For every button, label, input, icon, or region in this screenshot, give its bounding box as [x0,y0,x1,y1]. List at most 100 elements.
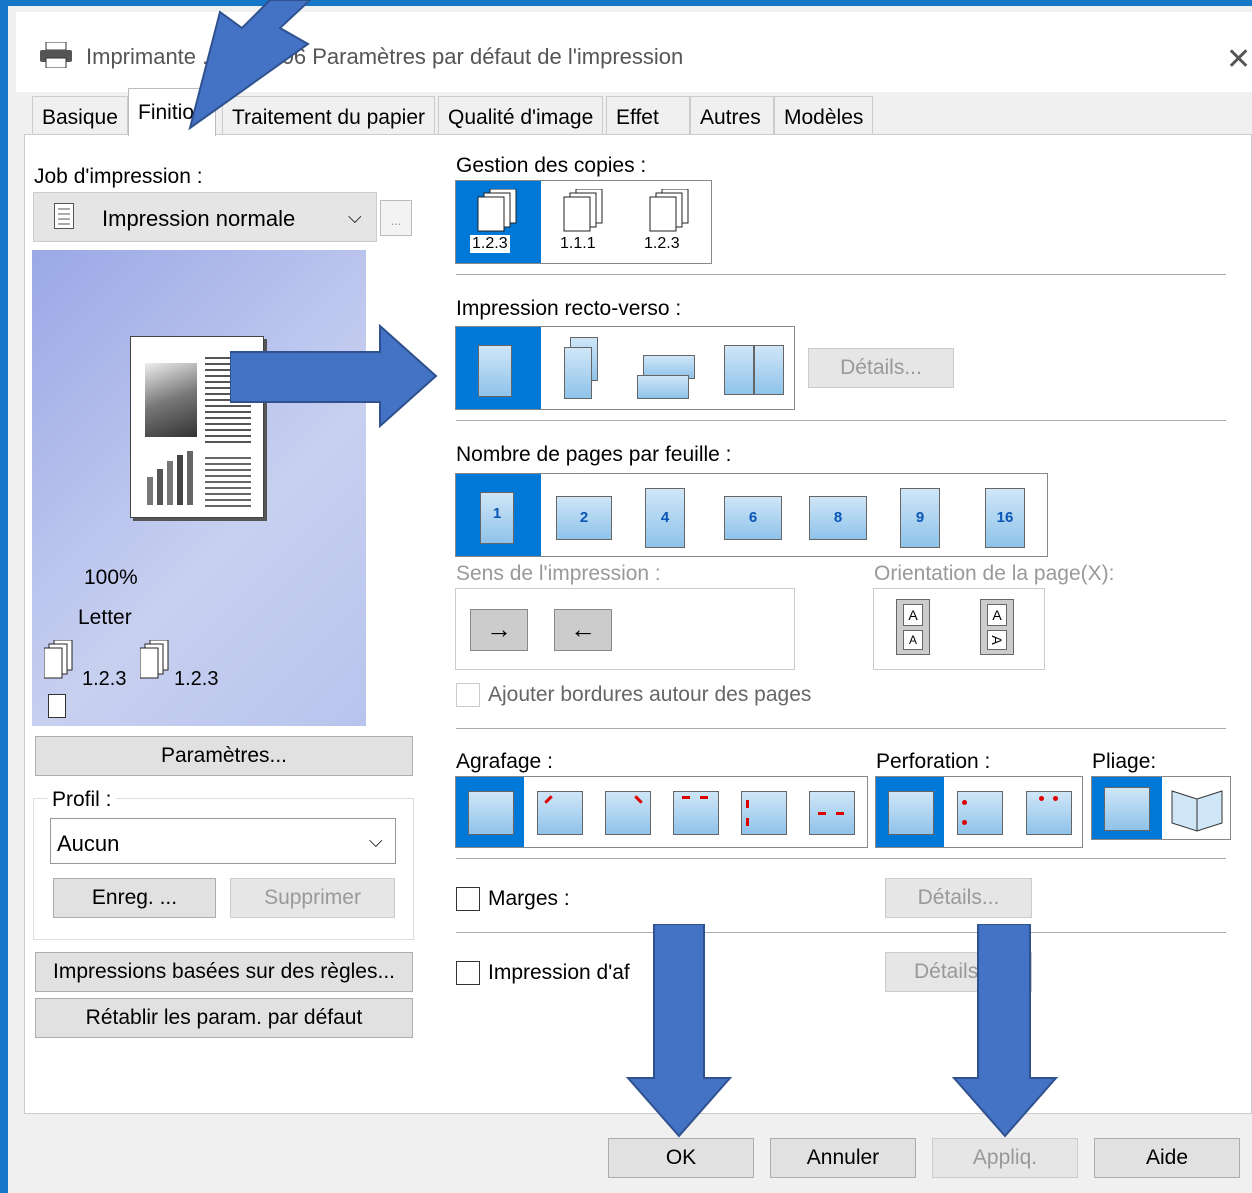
tab-effet[interactable]: Effet [606,96,690,134]
duplex-details-button[interactable]: Détails... [808,348,954,388]
staple-top-left-option[interactable] [525,777,593,847]
staple-two-left-option[interactable] [729,777,797,847]
profil-dropdown[interactable]: Aucun ⌵ [50,818,396,864]
collate-icon-2 [139,639,170,680]
collate-label-2: 1.2.3 [174,668,219,690]
margins-label: Marges : [488,887,570,910]
copies-opt-label: 1.1.1 [560,235,596,252]
zoom-level: 100% [84,566,138,589]
nup-option-4[interactable]: 4 [627,474,712,556]
punch-top-option[interactable] [1014,777,1084,847]
copies-offset-option[interactable]: 1.2.3 [628,181,713,263]
nup-page-icon: 9 [900,488,940,548]
punch-options [875,776,1083,848]
collate-icon [43,639,74,680]
save-profile-button[interactable]: Enreg. ... [53,878,216,918]
page-icon [564,347,592,399]
fold-none-option[interactable] [1092,777,1162,839]
copies-opt-label: 1.2.3 [644,235,680,252]
separator [456,932,1226,933]
separator [456,728,1226,729]
staple-label: Agrafage : [456,750,553,773]
punch-left-option[interactable] [945,777,1014,847]
staple-two-right-option[interactable] [797,777,869,847]
single-page-icon [478,345,512,397]
punch-none-option[interactable] [876,777,944,847]
punch-label: Perforation : [876,750,991,773]
arrow-to-ok [625,924,733,1138]
duplex-long-edge-option[interactable] [542,327,627,409]
page-icon [468,791,514,835]
nup-page-icon: 4 [645,488,685,548]
help-button[interactable]: Aide [1094,1138,1240,1178]
nup-options: 1 2 4 6 8 9 16 [455,473,1048,557]
apply-button[interactable]: Appliq. [932,1138,1078,1178]
tab-basique[interactable]: Basique [32,96,128,134]
nup-option-16[interactable]: 16 [967,474,1049,556]
margins-checkbox[interactable] [456,887,480,911]
copies-options: 1.2.3 1.1.1 1.2.3 [455,180,712,264]
copies-collate-option[interactable]: 1.2.3 [456,181,541,263]
border-checkbox[interactable] [456,683,480,707]
separator [456,420,1226,421]
separator [456,858,1226,859]
page-icon [754,345,784,395]
punch-hole [1039,796,1044,801]
ok-button[interactable]: OK [608,1138,754,1178]
printer-icon [38,41,74,69]
arrow-to-duplex [230,323,438,429]
fold-half-option[interactable] [1162,777,1232,839]
chevron-down-icon: ⌵ [348,207,362,227]
profil-label: Profil : [48,788,116,812]
staple-top-right-option[interactable] [593,777,661,847]
page-icon [741,791,787,835]
tab-autres[interactable]: Autres [690,96,774,134]
reset-defaults-button[interactable]: Rétablir les param. par défaut [35,998,413,1038]
staple-mark [544,795,553,804]
close-icon[interactable]: ✕ [1226,42,1251,77]
separator [456,274,1226,275]
duplex-booklet-option[interactable] [712,327,796,409]
left-to-right-arrow-icon[interactable]: → [470,609,528,651]
nup-option-6[interactable]: 6 [712,474,797,556]
delete-profile-button[interactable]: Supprimer [230,878,395,918]
poster-checkbox[interactable] [456,961,480,985]
nup-number: 2 [579,509,589,526]
job-value: Impression normale [102,206,296,231]
nup-number: 9 [915,509,925,526]
rules-based-printing-button[interactable]: Impressions basées sur des règles... [35,952,413,992]
rotated-orientation-option[interactable]: A A [980,599,1014,655]
paper-size: Letter [78,606,132,629]
tab-modeles[interactable]: Modèles [774,96,874,134]
staple-mark [818,812,826,815]
nup-option-2[interactable]: 2 [542,474,627,556]
duplex-off-option[interactable] [456,327,541,409]
nup-page-icon: 2 [556,496,612,540]
nup-page-icon: 8 [809,496,867,540]
border-label: Ajouter bordures autour des pages [488,683,812,706]
margins-details-button[interactable]: Détails... [885,878,1032,918]
order-options: → ← [455,588,795,670]
cancel-button[interactable]: Annuler [770,1138,916,1178]
copies-group-option[interactable]: 1.1.1 [542,181,627,263]
nup-number: 4 [660,509,670,526]
job-dropdown[interactable]: Impression normale ⌵ [33,192,377,242]
staple-none-option[interactable] [456,777,524,847]
job-more-button[interactable]: ... [380,200,412,236]
staple-two-top-option[interactable] [661,777,729,847]
letter-a: A [903,630,923,650]
nup-number: 16 [996,509,1014,526]
nup-page-icon: 16 [985,488,1025,548]
nup-option-1[interactable]: 1 [456,474,541,556]
staple-mark [746,800,749,808]
tab-qualite-image[interactable]: Qualité d'image [438,96,604,134]
nup-option-9[interactable]: 9 [882,474,967,556]
duplex-short-edge-option[interactable] [627,327,712,409]
right-to-left-arrow-icon[interactable]: ← [554,609,612,651]
portrait-orientation-option[interactable]: A A [896,599,930,655]
nup-option-8[interactable]: 8 [797,474,882,556]
parametres-button[interactable]: Paramètres... [35,736,413,776]
arrow-to-finition-tab [188,0,312,131]
page-icon [1104,787,1150,831]
order-label: Sens de l'impression : [456,562,661,585]
